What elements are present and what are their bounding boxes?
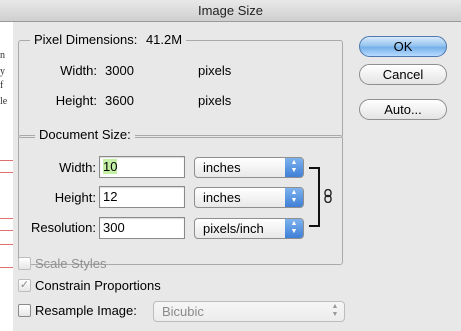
link-bracket-vertical	[318, 167, 320, 227]
background-text: y	[0, 66, 5, 77]
doc-width-unit: inches	[203, 160, 241, 175]
resample-image-label: Resample Image:	[35, 303, 137, 318]
pixel-height-label: Height:	[55, 93, 97, 108]
pixel-width-label: Width:	[60, 63, 97, 78]
link-bracket-bottom	[309, 225, 320, 227]
auto-button[interactable]: Auto...	[359, 99, 447, 120]
pixel-dimensions-size: 41.2M	[145, 32, 183, 47]
doc-height-value: 12	[103, 189, 118, 204]
chain-link-icon	[324, 189, 332, 203]
pixel-height-value: 3600	[105, 93, 134, 108]
resample-method-value: Bicubic	[162, 304, 204, 319]
scale-styles-label: Scale Styles	[35, 256, 107, 271]
resolution-label: Resolution:	[30, 220, 96, 235]
doc-height-unit-select[interactable]: inches ▲ ▼	[194, 187, 304, 208]
window-title: Image Size	[197, 3, 264, 18]
up-down-arrows-icon: ▲ ▼	[285, 158, 303, 177]
doc-width-unit-select[interactable]: inches ▲ ▼	[194, 157, 304, 178]
resolution-value: 300	[103, 220, 125, 235]
background-rule	[0, 244, 13, 245]
background-rule	[0, 172, 13, 173]
background-rule	[0, 267, 13, 268]
resolution-field[interactable]: 300	[99, 217, 185, 239]
document-size-legend: Document Size:	[35, 127, 135, 142]
ok-button[interactable]: OK	[359, 36, 447, 57]
doc-width-label: Width:	[59, 160, 96, 175]
pixel-height-unit: pixels	[198, 93, 232, 108]
constrain-proportions-label: Constrain Proportions	[35, 278, 161, 293]
up-down-arrows-icon: ▲ ▼	[331, 303, 339, 318]
doc-height-unit: inches	[203, 190, 241, 205]
cancel-button[interactable]: Cancel	[359, 64, 447, 85]
doc-height-field[interactable]: 12	[99, 186, 185, 208]
background-text: f	[0, 80, 4, 91]
image-size-dialog: Pixel Dimensions: 41.2M Width: 3000 pixe…	[13, 22, 461, 331]
resolution-unit-select[interactable]: pixels/inch ▲ ▼	[194, 218, 304, 239]
background-document: n y f le	[0, 22, 13, 331]
up-down-arrows-icon: ▲ ▼	[285, 219, 303, 238]
background-rule	[0, 218, 13, 219]
checkmark-icon: ✓	[19, 279, 30, 291]
background-text: le	[0, 96, 8, 107]
doc-width-field[interactable]: 10	[99, 156, 185, 178]
background-text: n	[0, 50, 5, 61]
doc-height-label: Height:	[54, 190, 96, 205]
pixel-width-value: 3000	[105, 63, 134, 78]
pixel-dimensions-group	[18, 40, 343, 138]
resample-method-select[interactable]: Bicubic ▲ ▼	[153, 301, 345, 322]
resolution-unit: pixels/inch	[203, 221, 264, 236]
pixel-dimensions-legend: Pixel Dimensions: 41.2M	[30, 32, 187, 47]
scale-styles-checkbox[interactable]	[18, 257, 31, 270]
doc-width-value: 10	[103, 159, 118, 174]
background-rule	[0, 160, 13, 161]
background-rule	[0, 230, 13, 231]
constrain-proportions-checkbox[interactable]: ✓	[18, 279, 31, 292]
resample-image-checkbox[interactable]	[18, 304, 31, 317]
up-down-arrows-icon: ▲ ▼	[285, 188, 303, 207]
pixel-width-unit: pixels	[198, 63, 232, 78]
window-title-bar[interactable]: Image Size	[0, 0, 461, 22]
